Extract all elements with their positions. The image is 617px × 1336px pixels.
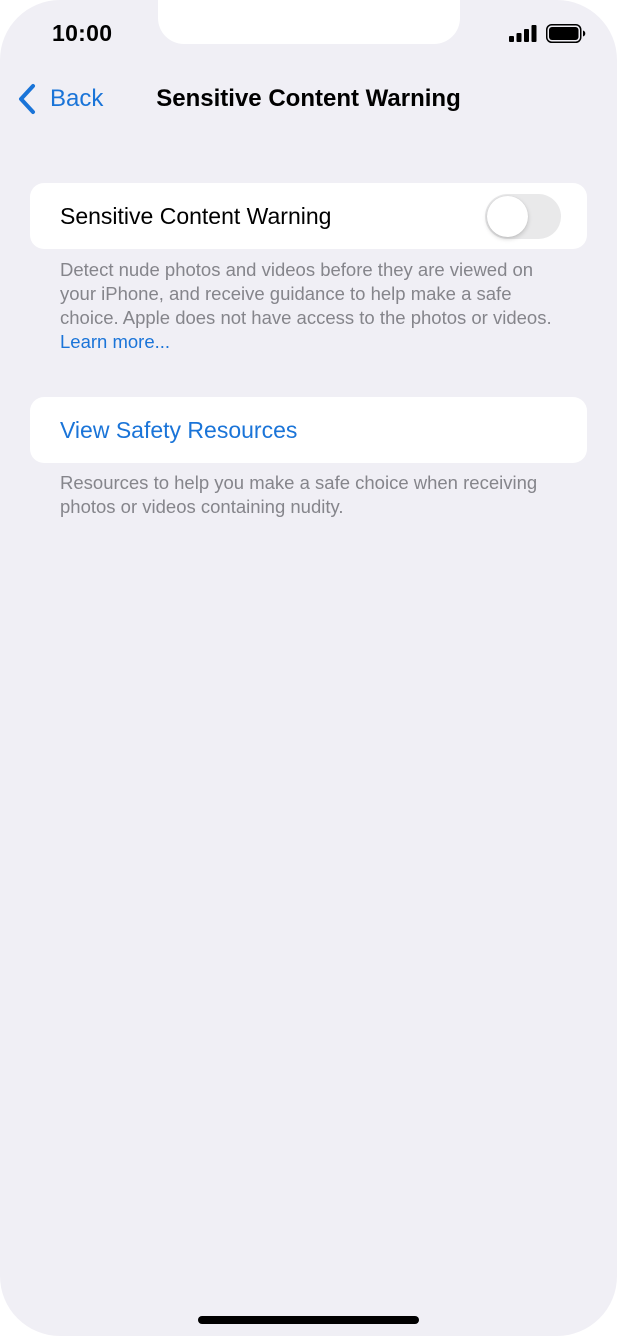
sensitive-warning-row: Sensitive Content Warning	[30, 183, 587, 249]
home-indicator[interactable]	[198, 1316, 419, 1324]
sensitive-warning-description: Detect nude photos and videos before the…	[60, 259, 552, 328]
safety-resources-footnote: Resources to help you make a safe choice…	[60, 472, 538, 517]
page-title: Sensitive Content Warning	[156, 85, 461, 112]
status-time: 10:00	[52, 20, 113, 46]
sensitive-warning-toggle[interactable]	[485, 194, 561, 239]
phone-screen: 10:00 Back Sensitive Content Warning Sen…	[0, 0, 617, 1336]
sensitive-warning-footnote: Detect nude photos and videos before the…	[60, 258, 570, 354]
sensitive-warning-label: Sensitive Content Warning	[60, 203, 332, 229]
battery-full-icon	[546, 24, 586, 43]
toggle-knob	[487, 196, 528, 237]
safety-resources-row[interactable]: View Safety Resources	[30, 397, 587, 463]
device-notch	[158, 0, 460, 44]
learn-more-link[interactable]: Learn more...	[60, 331, 170, 352]
view-safety-resources-button[interactable]: View Safety Resources	[60, 397, 297, 463]
cellular-signal-icon	[509, 25, 537, 42]
